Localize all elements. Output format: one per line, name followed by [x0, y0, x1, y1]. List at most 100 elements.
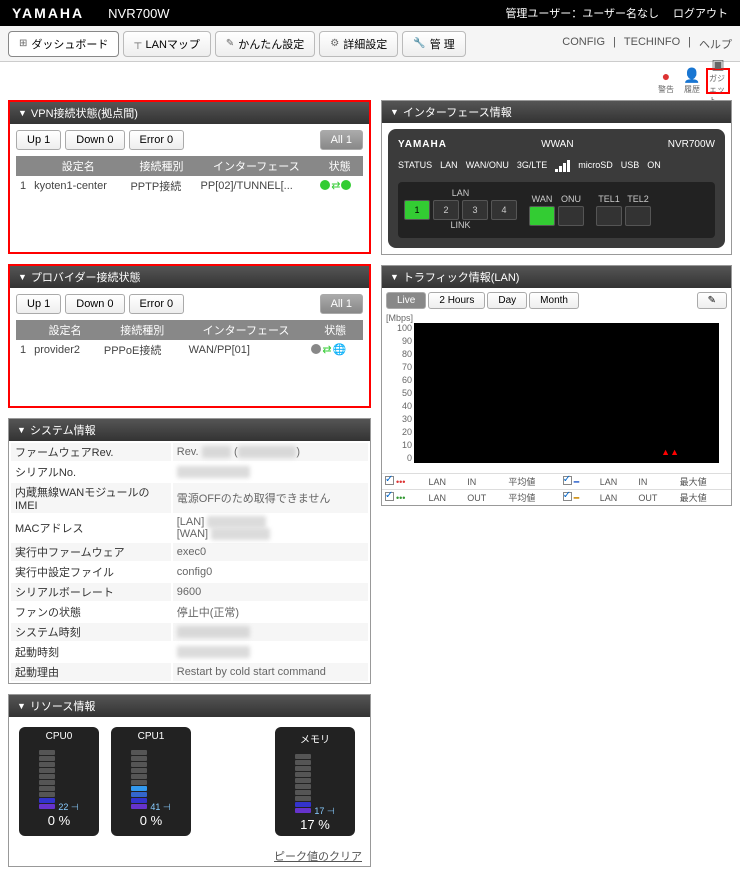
vpn-all-filter[interactable]: All 1	[320, 130, 363, 150]
system-info-table: ファームウェアRev.Rev. XXXX (XXXXXXXX) シリアルNo.XX…	[9, 441, 370, 683]
system-panel-title: ▼システム情報	[9, 419, 370, 441]
history-icon[interactable]: 👤履歴	[680, 68, 704, 94]
device-logo: YAMAHA	[398, 139, 447, 150]
provider-th-type: 接続種別	[100, 320, 185, 340]
lanmap-icon: ┬	[134, 38, 141, 49]
legend-check-4[interactable]	[563, 492, 572, 501]
device-status-labels: STATUS LAN WAN/ONU 3G/LTE microSD USB ON	[398, 160, 715, 172]
tel2-label: TEL2	[627, 194, 649, 204]
tab-lanmap[interactable]: ┬LANマップ	[123, 31, 211, 57]
device-front-panel: YAMAHA WWAN NVR700W STATUS LAN WAN/ONU 3…	[388, 129, 725, 248]
traffic-panel-title: ▼トラフィック情報(LAN)	[382, 266, 731, 288]
techinfo-link[interactable]: TECHINFO	[624, 36, 680, 52]
onu-port[interactable]	[558, 206, 584, 226]
tab-manage[interactable]: 🔧 管 理	[402, 31, 466, 57]
alert-icon[interactable]: ●警告	[654, 68, 678, 94]
legend-check-3[interactable]	[563, 476, 572, 485]
tel2-port[interactable]	[625, 206, 651, 226]
vpn-up-filter[interactable]: Up 1	[16, 130, 61, 150]
system-info-row: 起動時刻XXXXXXXXXX	[11, 643, 368, 661]
tab-easy-setup[interactable]: ✎ かんたん設定	[215, 31, 315, 57]
provider-all-filter[interactable]: All 1	[320, 294, 363, 314]
interface-panel-title: ▼インターフェース情報	[382, 101, 731, 123]
system-info-row: ファームウェアRev.Rev. XXXX (XXXXXXXX)	[11, 443, 368, 461]
vpn-th-iface: インターフェース	[197, 156, 317, 176]
config-link[interactable]: CONFIG	[562, 36, 605, 52]
legend-check-1[interactable]	[385, 476, 394, 485]
system-info-row: シリアルボーレート9600	[11, 583, 368, 601]
system-info-row: 実行中ファームウェアexec0	[11, 543, 368, 561]
interface-info-panel: ▼インターフェース情報 YAMAHA WWAN NVR700W STATUS L…	[381, 100, 732, 255]
vpn-row[interactable]: 1 kyoten1-center PPTP接続 PP[02]/TUNNEL[..…	[16, 176, 363, 196]
lan-port-1[interactable]: 1	[404, 200, 430, 220]
tel1-port[interactable]	[596, 206, 622, 226]
provider-up-filter[interactable]: Up 1	[16, 294, 61, 314]
product-name: NVR700W	[108, 6, 169, 21]
traffic-day-button[interactable]: Day	[487, 292, 527, 309]
provider-th-status: 状態	[307, 320, 363, 340]
help-link[interactable]: ヘルプ	[699, 36, 732, 52]
tab-dashboard[interactable]: ⊞ ダッシュボード	[8, 31, 119, 57]
traffic-unit-label: [Mbps]	[382, 313, 731, 323]
peak-clear-link[interactable]: ピーク値のクリア	[9, 846, 370, 866]
wrench-icon: 🔧	[413, 38, 425, 49]
lan-port-3[interactable]: 3	[462, 200, 488, 220]
provider-panel-title: ▼プロバイダー接続状態	[10, 266, 369, 288]
resource-panel: ▼リソース情報 CPU022 ⊣0 %CPU141 ⊣0 %メモリ17 ⊣17 …	[8, 694, 371, 867]
dashboard-icon: ⊞	[19, 38, 27, 49]
system-info-row: 内蔵無線WANモジュールのIMEI電源OFFのため取得できません	[11, 483, 368, 513]
header: YAMAHA NVR700W 管理ユーザー：ユーザー名なし ログアウト	[0, 0, 740, 26]
traffic-chart: 1009080706050403020100 ▲▲	[414, 323, 719, 463]
system-info-row: システム時刻XXXXXXXXXX	[11, 623, 368, 641]
lan-group-label: LAN	[452, 188, 470, 198]
resource-card-メモリ: メモリ17 ⊣17 %	[275, 727, 355, 836]
onu-group-label: ONU	[561, 194, 581, 204]
traffic-legend: ••• LANIN平均値 ━ LANIN最大値 ••• LANOUT平均値 ━ …	[382, 473, 731, 505]
signal-icon	[555, 160, 570, 172]
provider-status-panel: ▼プロバイダー接続状態 Up 1 Down 0 Error 0 All 1 設定…	[8, 264, 371, 408]
pencil-icon: ✎	[708, 295, 716, 306]
link-label: LINK	[450, 220, 470, 230]
toolbar: ●警告 👤履歴 ▣ガジェット	[0, 62, 740, 100]
system-info-panel: ▼システム情報 ファームウェアRev.Rev. XXXX (XXXXXXXX) シ…	[8, 418, 371, 684]
traffic-live-button[interactable]: Live	[386, 292, 426, 309]
traffic-peak-marker: ▲▲	[661, 447, 679, 457]
lan-port-4[interactable]: 4	[491, 200, 517, 220]
tab-dashboard-label: ダッシュボード	[31, 36, 108, 52]
wand-icon: ✎	[226, 38, 234, 49]
vpn-status-icon: ⇄	[320, 179, 351, 192]
navbar: ⊞ ダッシュボード ┬LANマップ ✎ かんたん設定 ⚙詳細設定 🔧 管 理 CONF…	[0, 26, 740, 62]
gear-icon: ⚙	[330, 38, 339, 49]
wan-group-label: WAN	[532, 194, 553, 204]
system-info-row: シリアルNo.XXXXXXXXXX	[11, 463, 368, 481]
tab-manage-label: 管 理	[430, 36, 455, 52]
provider-down-filter[interactable]: Down 0	[65, 294, 124, 314]
resource-panel-title: ▼リソース情報	[9, 695, 370, 717]
provider-status-icon: ⇄🌐	[311, 343, 346, 356]
device-model: NVR700W	[668, 139, 715, 150]
logo: YAMAHA	[12, 5, 84, 21]
traffic-month-button[interactable]: Month	[529, 292, 579, 309]
tab-detail-setup[interactable]: ⚙詳細設定	[319, 31, 398, 57]
legend-check-2[interactable]	[385, 492, 394, 501]
wwan-label: WWAN	[541, 139, 573, 150]
logout-link[interactable]: ログアウト	[673, 5, 728, 21]
traffic-panel: ▼トラフィック情報(LAN) Live 2 Hours Day Month ✎ …	[381, 265, 732, 506]
traffic-2hours-button[interactable]: 2 Hours	[428, 292, 485, 309]
vpn-down-filter[interactable]: Down 0	[65, 130, 124, 150]
admin-user-label: 管理ユーザー：ユーザー名なし	[505, 5, 659, 21]
vpn-status-panel: ▼VPN接続状態(拠点間) Up 1 Down 0 Error 0 All 1 …	[8, 100, 371, 254]
provider-row[interactable]: 1 provider2 PPPoE接続 WAN/PP[01] ⇄🌐	[16, 340, 363, 360]
lan-port-2[interactable]: 2	[433, 200, 459, 220]
gadget-button[interactable]: ▣ガジェット	[706, 68, 730, 94]
vpn-th-status: 状態	[316, 156, 363, 176]
vpn-th-name: 設定名	[30, 156, 126, 176]
provider-error-filter[interactable]: Error 0	[129, 294, 185, 314]
tab-easy-label: かんたん設定	[238, 36, 304, 52]
vpn-error-filter[interactable]: Error 0	[129, 130, 185, 150]
vpn-th-type: 接続種別	[126, 156, 196, 176]
tel1-label: TEL1	[598, 194, 620, 204]
traffic-edit-button[interactable]: ✎	[697, 292, 727, 309]
wan-port[interactable]	[529, 206, 555, 226]
resource-card-cpu1: CPU141 ⊣0 %	[111, 727, 191, 836]
